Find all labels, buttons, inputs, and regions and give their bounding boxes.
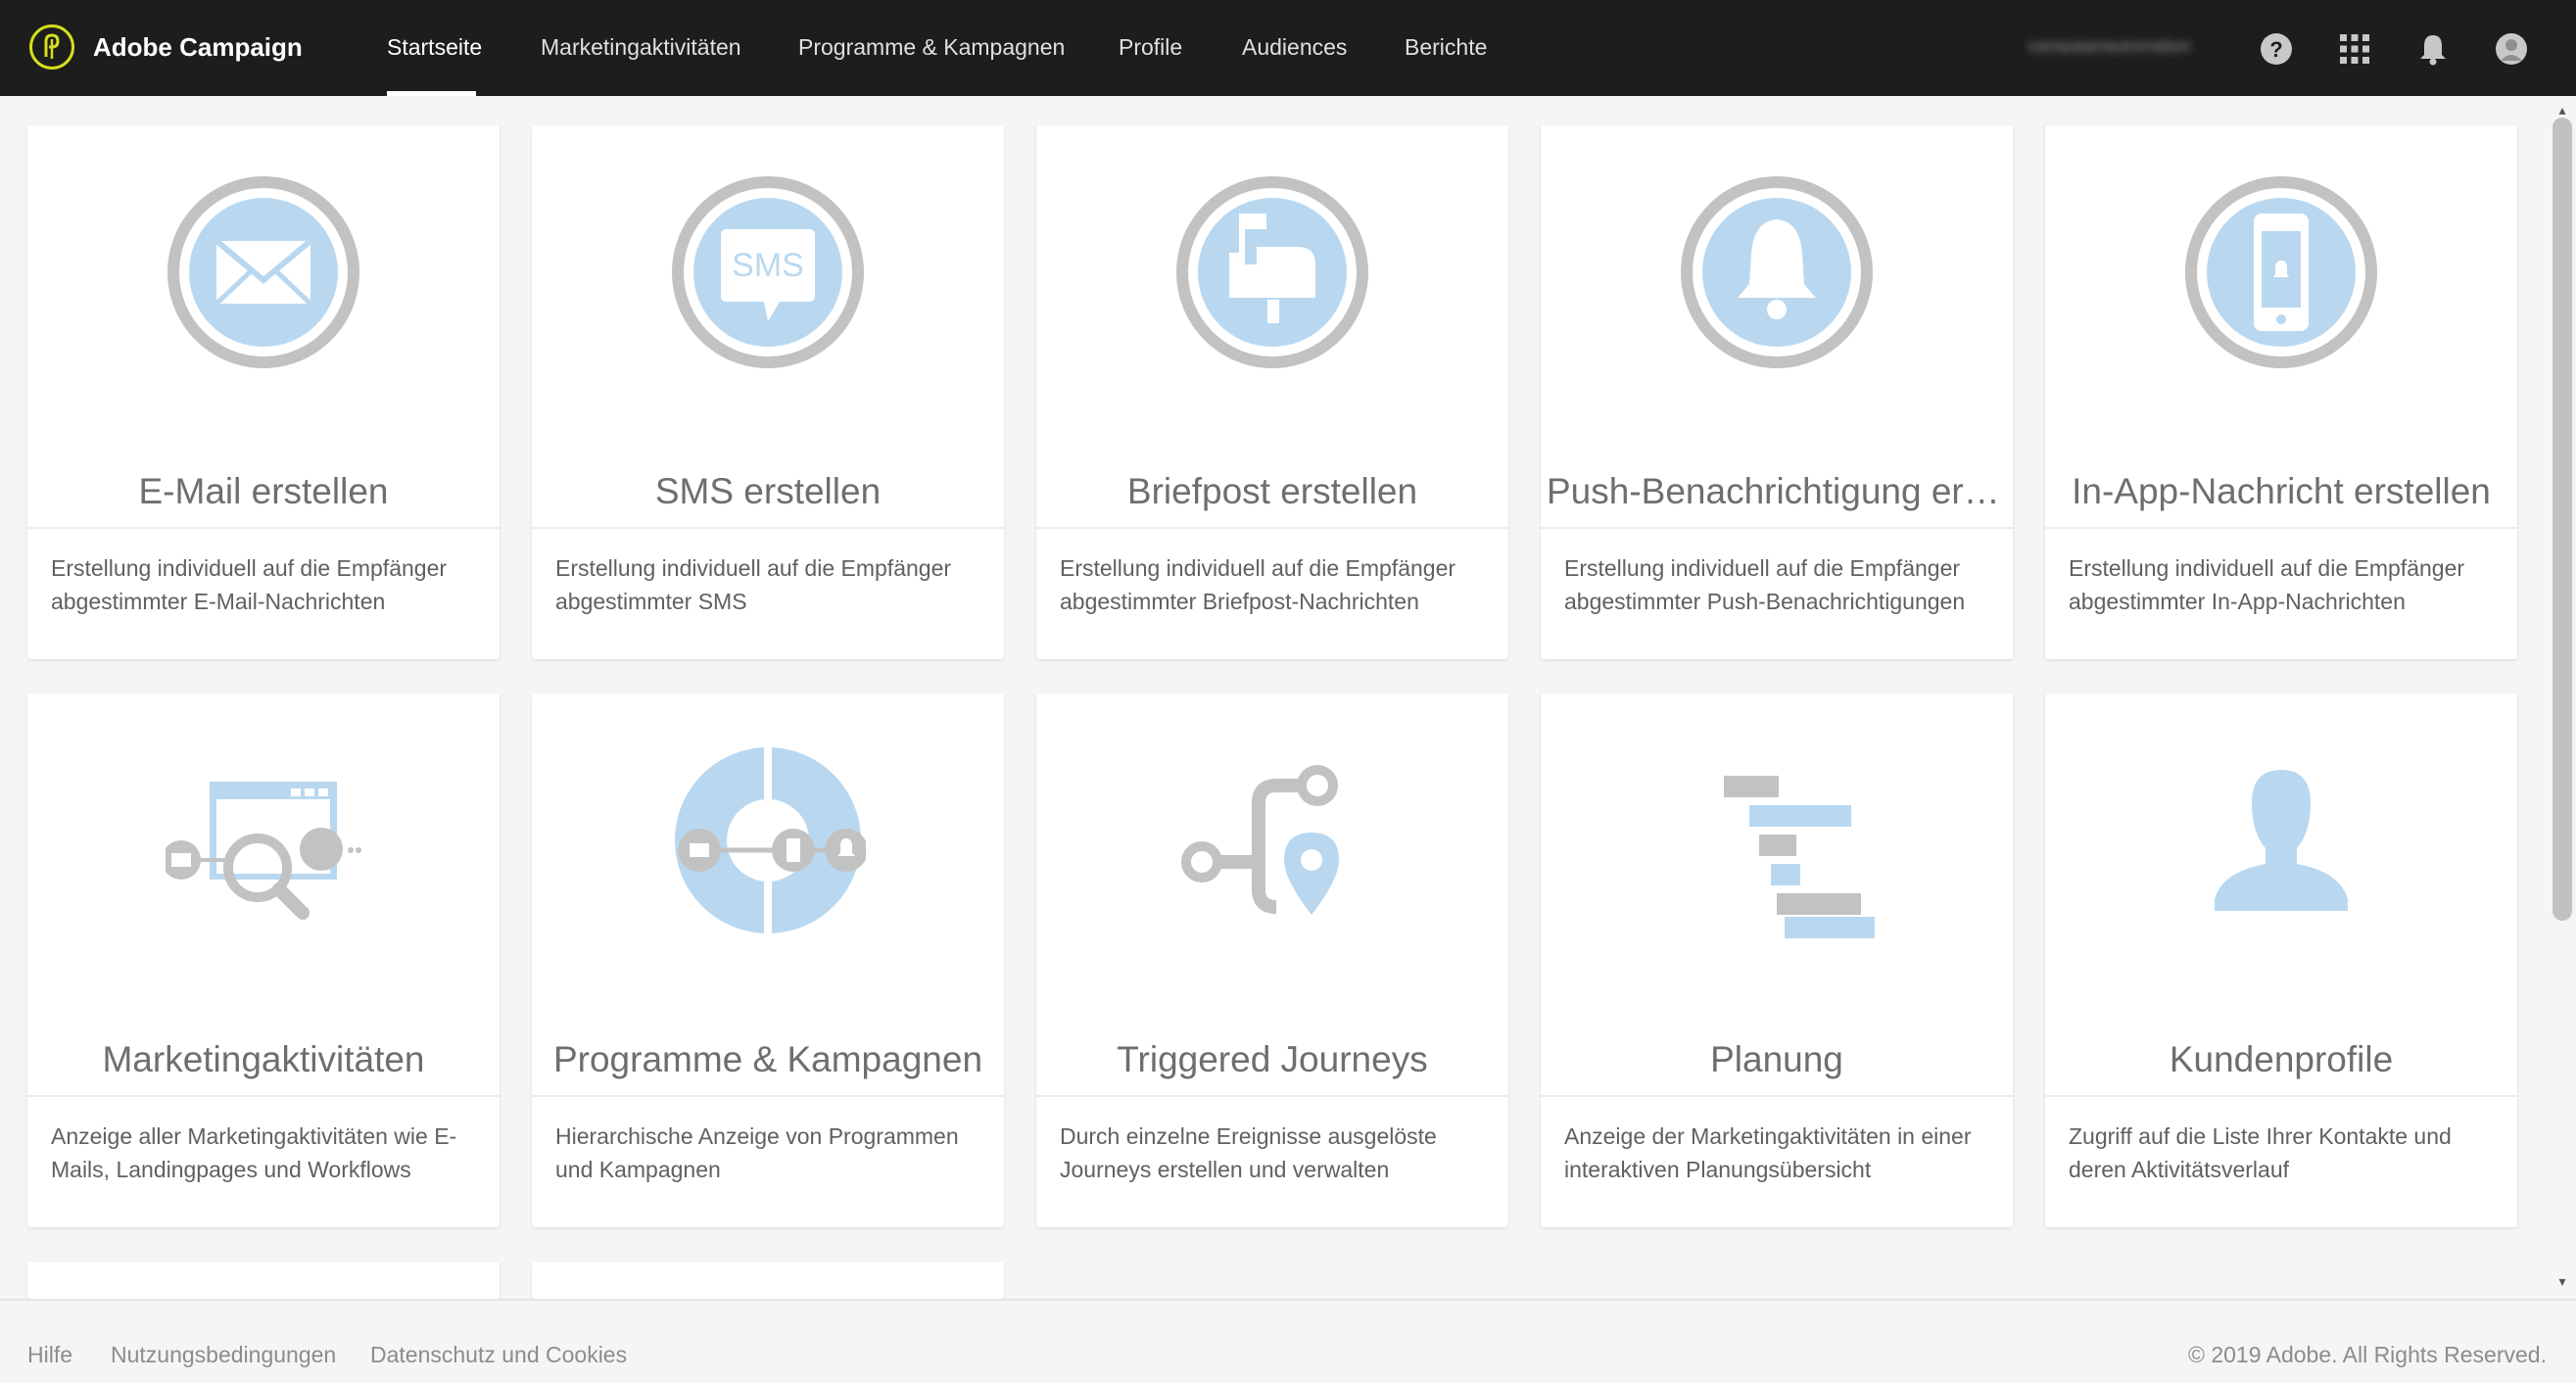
card-description: Erstellung individuell auf die Empfänger…	[1060, 555, 1456, 614]
card-description: Erstellung individuell auf die Empfänger…	[555, 555, 952, 614]
card-title: Push-Benachrichtigung erstellen	[1547, 471, 2013, 511]
card-divider	[532, 527, 1004, 529]
scroll-down-icon[interactable]: ▾	[2552, 1273, 2572, 1291]
nav-audiences[interactable]: Audiences	[1242, 34, 1347, 61]
card-title: E-Mail erstellen	[138, 471, 389, 511]
push-bell-icon	[1541, 125, 2013, 368]
card-briefpost[interactable]: Briefpost erstellen Erstellung individue…	[1036, 125, 1508, 659]
marketing-activities-icon	[27, 693, 500, 929]
adobe-campaign-logo-icon[interactable]	[29, 24, 74, 70]
top-navigation-bar: Adobe Campaign Startseite Marketingaktiv…	[0, 0, 2576, 96]
organization-name[interactable]: campaignautomation	[2027, 36, 2233, 54]
card-divider	[1541, 527, 2013, 529]
card-description: Erstellung individuell auf die Empfänger…	[51, 555, 448, 614]
card-marketingaktivitaeten[interactable]: Marketingaktivitäten Anzeige aller Marke…	[27, 693, 500, 1227]
card-title: Marketingaktivitäten	[102, 1039, 425, 1079]
programs-campaigns-icon	[532, 693, 1004, 934]
card-triggered-journeys[interactable]: Triggered Journeys Durch einzelne Ereign…	[1036, 693, 1508, 1227]
nav-profile[interactable]: Profile	[1119, 34, 1182, 61]
copyright-text: © 2019 Adobe. All Rights Reserved.	[2187, 1342, 2547, 1367]
card-title: Programme & Kampagnen	[552, 1039, 983, 1079]
card-title: Kundenprofile	[2169, 1039, 2394, 1079]
footer: Hilfe Nutzungsbedingungen Datenschutz un…	[0, 1299, 2576, 1383]
card-kundenprofile[interactable]: Kundenprofile Zugriff auf die Liste Ihre…	[2045, 693, 2517, 1227]
card-description: Anzeige der Marketingaktivitäten in eine…	[1564, 1123, 1972, 1182]
card-divider	[2045, 1095, 2517, 1097]
card-push[interactable]: Push-Benachrichtigung erstellen Erstellu…	[1541, 125, 2013, 659]
card-title: Briefpost erstellen	[1126, 471, 1418, 511]
card-description: Erstellung individuell auf die Empfänger…	[1564, 555, 1966, 614]
card-sms[interactable]: SMS SMS erstellen Erstellung individuell…	[532, 125, 1004, 659]
card-planung[interactable]: Planung Anzeige der Marketingaktivitäten…	[1541, 693, 2013, 1227]
apps-grid-icon[interactable]	[2337, 31, 2372, 67]
customer-profile-icon	[2045, 693, 2517, 929]
card-partial-2[interactable]	[532, 1262, 1004, 1299]
sms-icon: SMS	[532, 125, 1004, 368]
card-email[interactable]: E-Mail erstellen Erstellung individuell …	[27, 125, 500, 659]
journey-icon	[1036, 693, 1508, 929]
email-icon	[27, 125, 500, 368]
notification-bell-icon[interactable]	[2415, 31, 2451, 67]
svg-text:SMS: SMS	[732, 247, 804, 284]
card-divider	[27, 1095, 500, 1097]
card-divider	[1036, 527, 1508, 529]
card-programme-kampagnen[interactable]: Programme & Kampagnen Hierarchische Anze…	[532, 693, 1004, 1227]
nav-startseite[interactable]: Startseite	[387, 34, 482, 61]
footer-link-nutzungsbedingungen[interactable]: Nutzungsbedingungen	[111, 1342, 336, 1368]
card-divider	[1541, 1095, 2013, 1097]
footer-link-datenschutz[interactable]: Datenschutz und Cookies	[370, 1342, 627, 1368]
nav-marketingaktivitaeten[interactable]: Marketingaktivitäten	[541, 34, 741, 61]
card-partial-1[interactable]	[27, 1262, 500, 1299]
card-description: Durch einzelne Ereignisse ausgelöste Jou…	[1060, 1123, 1437, 1182]
svg-text:?: ?	[2269, 37, 2282, 62]
card-divider	[532, 1095, 1004, 1097]
card-title: In-App-Nachricht erstellen	[2072, 471, 2491, 511]
nav-programme-kampagnen[interactable]: Programme & Kampagnen	[798, 34, 1065, 61]
user-avatar-icon[interactable]	[2494, 31, 2529, 67]
active-tab-indicator	[387, 91, 476, 96]
card-in-app[interactable]: In-App-Nachricht erstellen Erstellung in…	[2045, 125, 2517, 659]
card-description: Erstellung individuell auf die Empfänger…	[2069, 555, 2465, 614]
help-icon[interactable]: ?	[2259, 31, 2294, 67]
footer-link-hilfe[interactable]: Hilfe	[27, 1342, 72, 1368]
card-description: Zugriff auf die Liste Ihrer Kontakte und…	[2069, 1123, 2452, 1182]
card-divider	[1036, 1095, 1508, 1097]
gantt-planning-icon	[1541, 693, 2013, 938]
in-app-phone-icon	[2045, 125, 2517, 368]
card-description: Hierarchische Anzeige von Programmen und…	[555, 1123, 959, 1182]
card-divider	[2045, 527, 2517, 529]
mailbox-icon	[1036, 125, 1508, 368]
scrollbar-thumb[interactable]	[2552, 118, 2572, 921]
nav-berichte[interactable]: Berichte	[1405, 34, 1487, 61]
brand-name[interactable]: Adobe Campaign	[93, 32, 303, 63]
card-title: SMS erstellen	[654, 471, 882, 511]
card-title: Planung	[1710, 1039, 1843, 1079]
card-divider	[27, 527, 500, 529]
card-description: Anzeige aller Marketingaktivitäten wie E…	[51, 1123, 457, 1182]
card-title: Triggered Journeys	[1117, 1039, 1428, 1079]
